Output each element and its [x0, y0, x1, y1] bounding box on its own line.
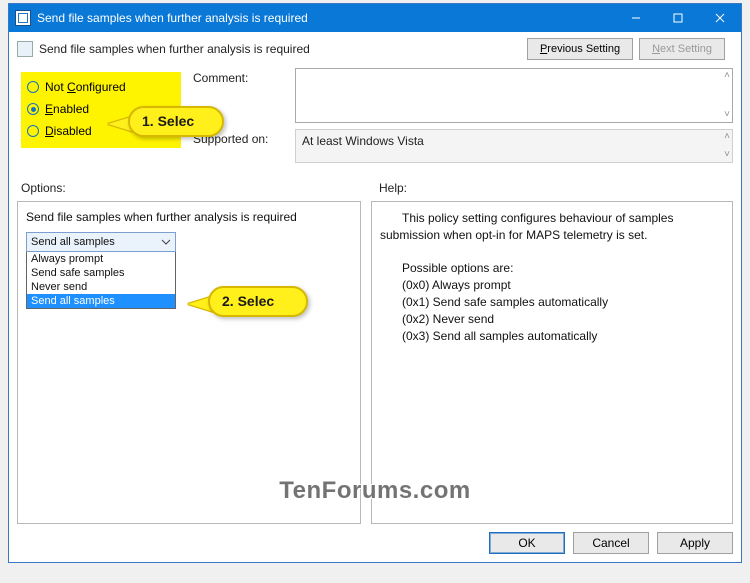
supported-on-value: At least Windows Vista — [302, 134, 424, 148]
help-panel: This policy setting configures behaviour… — [371, 201, 733, 524]
help-option-line: (0x0) Always prompt — [402, 277, 724, 294]
comment-label: Comment: — [193, 68, 295, 85]
radio-icon — [27, 125, 39, 137]
dropdown-item[interactable]: Send safe samples — [27, 266, 175, 280]
fields-column: Comment: ˄ ˅ Supported on: At least Wind… — [193, 68, 733, 169]
panels-row: Send file samples when further analysis … — [17, 201, 733, 524]
window-title: Send file samples when further analysis … — [37, 11, 615, 25]
app-icon — [15, 10, 31, 26]
ok-button[interactable]: OK — [489, 532, 565, 554]
apply-button[interactable]: Apply — [657, 532, 733, 554]
next-setting-button[interactable]: Next Setting — [639, 38, 725, 60]
help-option-line: (0x1) Send safe samples automatically — [402, 294, 724, 311]
help-option-line: (0x3) Send all samples automatically — [402, 328, 724, 345]
radio-icon — [27, 103, 39, 115]
close-button[interactable] — [699, 4, 741, 32]
options-dropdown: Always prompt Send safe samples Never se… — [26, 252, 176, 309]
scroll-up-icon: ˄ — [724, 71, 730, 81]
help-section-label: Help: — [375, 177, 733, 199]
scroll-down-icon: ˅ — [724, 150, 730, 160]
chevron-down-icon — [160, 236, 172, 248]
annotation-step2: 2. Selec — [208, 286, 308, 317]
section-labels-row: Options: Help: — [17, 177, 733, 199]
options-caption: Send file samples when further analysis … — [26, 210, 352, 224]
comment-textarea[interactable]: ˄ ˅ — [295, 68, 733, 123]
options-combobox[interactable]: Send all samples — [26, 232, 176, 252]
header-row: Send file samples when further analysis … — [17, 38, 733, 60]
combobox-value: Send all samples — [31, 236, 115, 248]
maximize-button[interactable] — [657, 4, 699, 32]
help-lead: This policy setting configures behaviour… — [380, 210, 724, 244]
client-area: Send file samples when further analysis … — [9, 32, 741, 562]
window-controls — [615, 4, 741, 32]
dialog-buttons: OK Cancel Apply — [17, 524, 733, 554]
dropdown-item[interactable]: Always prompt — [27, 252, 175, 266]
help-possible-label: Possible options are: — [402, 260, 724, 277]
dropdown-item[interactable]: Send all samples — [27, 294, 175, 308]
help-option-line: (0x2) Never send — [402, 311, 724, 328]
radio-icon — [27, 81, 39, 93]
previous-setting-button[interactable]: Previous Setting — [527, 38, 633, 60]
policy-title: Send file samples when further analysis … — [39, 42, 521, 56]
titlebar: Send file samples when further analysis … — [9, 4, 741, 32]
options-panel: Send file samples when further analysis … — [17, 201, 361, 524]
annotation-step1: 1. Selec — [128, 106, 224, 137]
minimize-button[interactable] — [615, 4, 657, 32]
scroll-up-icon: ˄ — [724, 132, 730, 142]
policy-icon — [17, 41, 33, 57]
supported-on-box: At least Windows Vista ˄ ˅ — [295, 129, 733, 163]
dropdown-item[interactable]: Never send — [27, 280, 175, 294]
window-frame: Send file samples when further analysis … — [8, 3, 742, 563]
cancel-button[interactable]: Cancel — [573, 532, 649, 554]
radio-not-configured[interactable]: Not Configured — [27, 76, 175, 98]
scroll-down-icon: ˅ — [724, 110, 730, 120]
options-section-label: Options: — [17, 177, 361, 199]
